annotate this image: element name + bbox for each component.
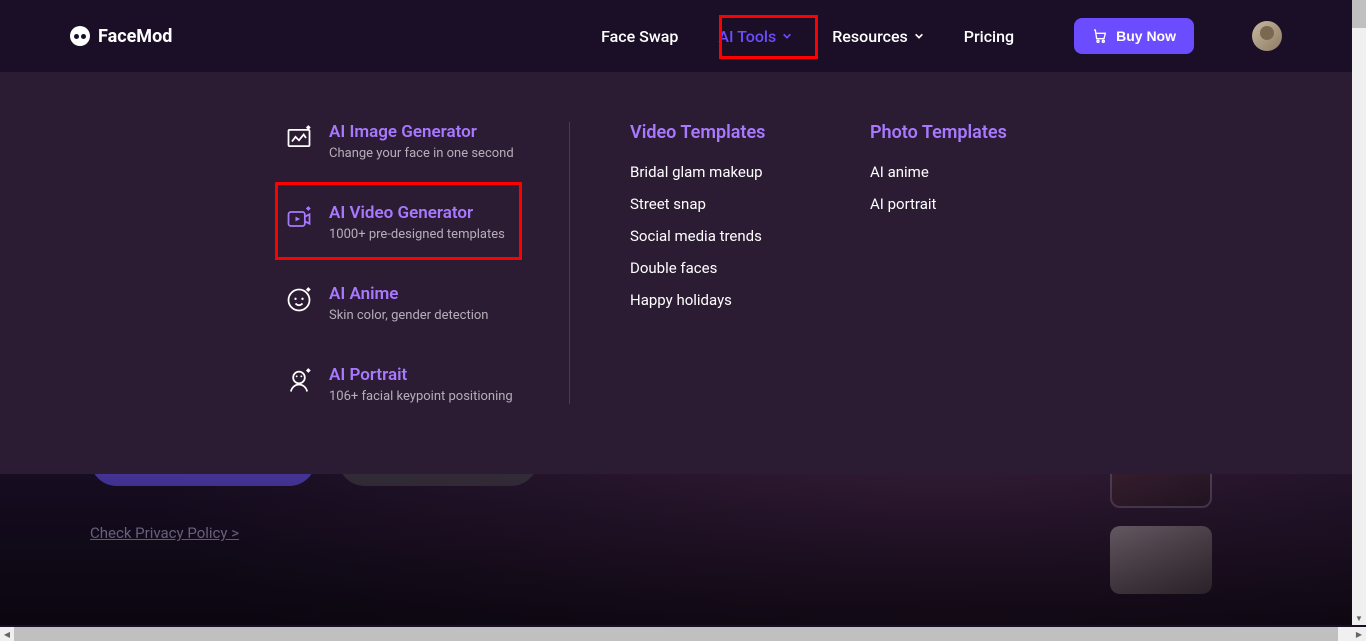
photo-templates-heading: Photo Templates: [870, 122, 1007, 143]
nav-pricing-label: Pricing: [964, 27, 1014, 46]
scroll-left-arrow-icon[interactable]: ◀: [0, 627, 14, 641]
nav-pricing[interactable]: Pricing: [964, 27, 1014, 46]
scroll-down-arrow-icon[interactable]: ▼: [1352, 611, 1366, 625]
tool-title: AI Anime: [329, 284, 489, 304]
template-social-media[interactable]: Social media trends: [630, 227, 850, 245]
nav-face-swap-label: Face Swap: [601, 27, 678, 46]
template-ai-anime[interactable]: AI anime: [870, 163, 1007, 181]
nav-face-swap[interactable]: Face Swap: [601, 27, 678, 46]
horizontal-scrollbar[interactable]: ◀ ▶: [0, 627, 1366, 641]
tool-subtitle: Change your face in one second: [329, 146, 514, 161]
template-bridal-glam[interactable]: Bridal glam makeup: [630, 163, 850, 181]
portrait-icon: [285, 367, 313, 395]
buy-now-button[interactable]: Buy Now: [1074, 18, 1194, 54]
template-street-snap[interactable]: Street snap: [630, 195, 850, 213]
video-generator-icon: [285, 205, 313, 233]
brand-name: FaceMod: [98, 26, 172, 47]
logo-icon: [70, 26, 90, 46]
scrollbar-thumb[interactable]: [14, 627, 1338, 641]
scrollbar-thumb[interactable]: [1352, 0, 1366, 28]
nav-resources-label: Resources: [832, 27, 908, 46]
mega-video-templates-column: Video Templates Bridal glam makeup Stree…: [570, 122, 850, 404]
chevron-down-icon: [914, 31, 924, 41]
buy-now-label: Buy Now: [1116, 28, 1176, 44]
nav-ai-tools[interactable]: AI Tools: [718, 27, 792, 46]
template-ai-portrait[interactable]: AI portrait: [870, 195, 1007, 213]
tool-title: AI Portrait: [329, 365, 513, 385]
image-generator-icon: [285, 124, 313, 152]
mega-photo-templates-column: Photo Templates AI anime AI portrait: [850, 122, 1007, 404]
cart-icon: [1092, 28, 1108, 44]
nav-ai-tools-label: AI Tools: [718, 27, 776, 46]
tool-ai-video-generator[interactable]: AI Video Generator 1000+ pre-designed te…: [285, 203, 569, 242]
tool-ai-portrait[interactable]: AI Portrait 106+ facial keypoint positio…: [285, 365, 569, 404]
video-templates-heading: Video Templates: [630, 122, 850, 143]
chevron-down-icon: [782, 31, 792, 41]
avatar[interactable]: [1252, 21, 1282, 51]
thumbnail[interactable]: [1110, 526, 1212, 594]
vertical-scrollbar[interactable]: ▲ ▼: [1352, 0, 1366, 625]
nav: Face Swap AI Tools Resources Pricing: [601, 18, 1282, 54]
mega-tools-column: AI Image Generator Change your face in o…: [0, 122, 570, 404]
header: FaceMod Face Swap AI Tools Resources Pri…: [0, 0, 1352, 72]
tool-ai-image-generator[interactable]: AI Image Generator Change your face in o…: [285, 122, 569, 161]
tool-title: AI Video Generator: [329, 203, 505, 223]
template-happy-holidays[interactable]: Happy holidays: [630, 291, 850, 309]
nav-resources[interactable]: Resources: [832, 27, 924, 46]
tool-title: AI Image Generator: [329, 122, 514, 142]
tool-subtitle: 1000+ pre-designed templates: [329, 227, 505, 242]
template-double-faces[interactable]: Double faces: [630, 259, 850, 277]
tool-subtitle: Skin color, gender detection: [329, 308, 489, 323]
logo[interactable]: FaceMod: [70, 26, 172, 47]
scroll-right-arrow-icon[interactable]: ▶: [1352, 627, 1366, 641]
mega-menu: AI Image Generator Change your face in o…: [0, 72, 1352, 474]
tool-subtitle: 106+ facial keypoint positioning: [329, 389, 513, 404]
anime-icon: [285, 286, 313, 314]
tool-ai-anime[interactable]: AI Anime Skin color, gender detection: [285, 284, 569, 323]
